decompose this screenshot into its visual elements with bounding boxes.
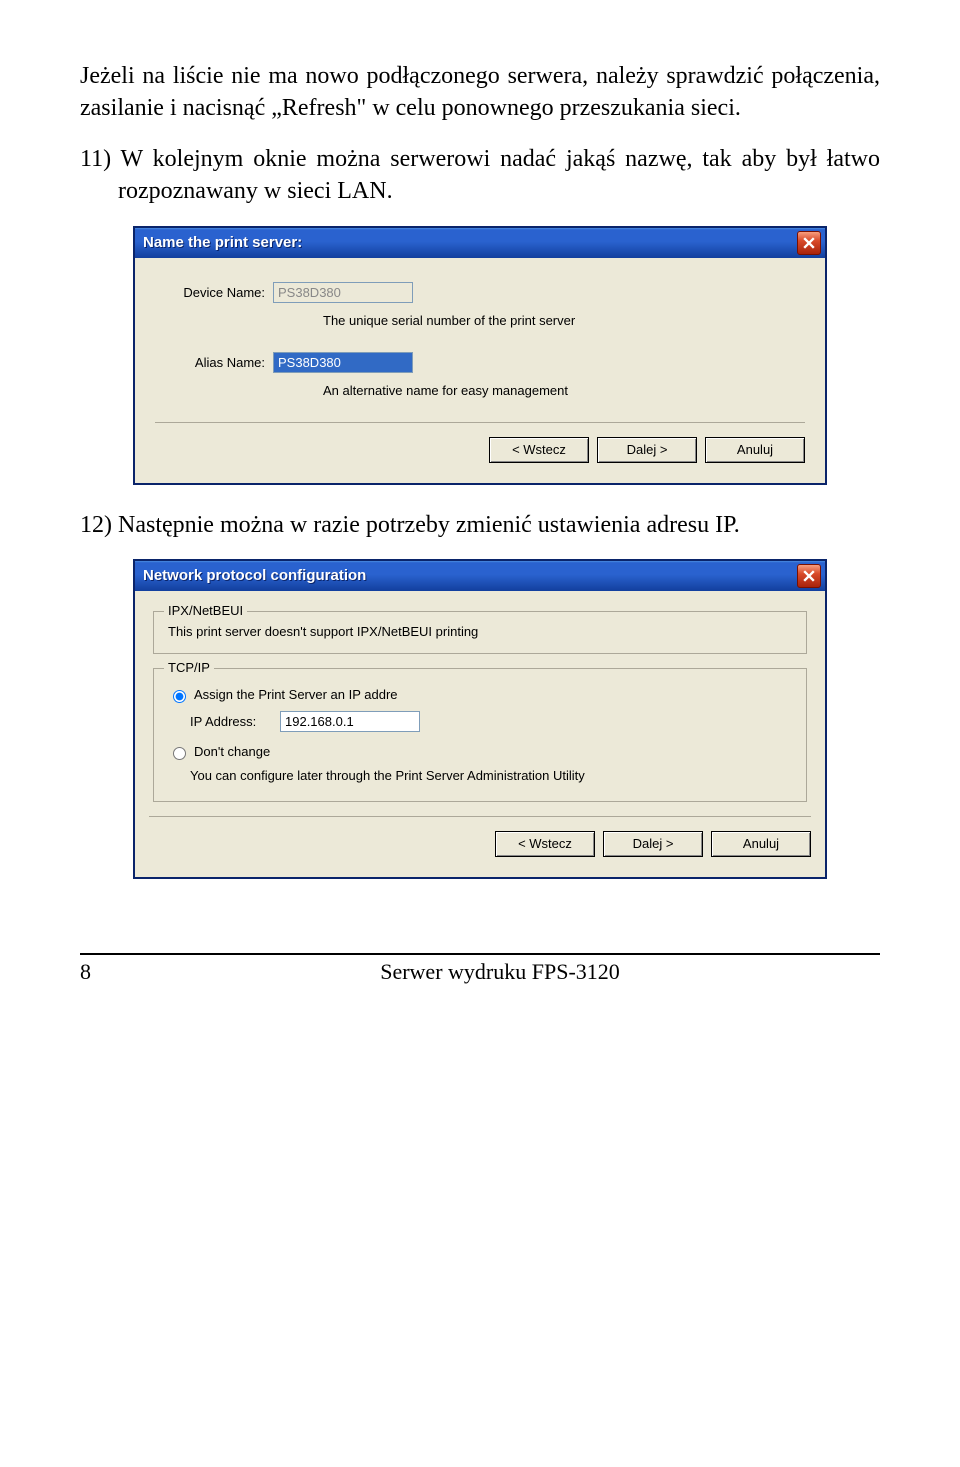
close-icon[interactable] bbox=[797, 564, 821, 588]
page-footer: 8 Serwer wydruku FPS-3120 bbox=[80, 953, 880, 985]
note-text: You can configure later through the Prin… bbox=[190, 768, 792, 785]
ipx-group-title: IPX/NetBEUI bbox=[164, 603, 247, 618]
close-icon[interactable] bbox=[797, 231, 821, 255]
tcpip-group: TCP/IP Assign the Print Server an IP add… bbox=[153, 668, 807, 802]
cancel-button[interactable]: Anuluj bbox=[705, 437, 805, 463]
titlebar: Name the print server: bbox=[135, 228, 825, 258]
back-button[interactable]: < Wstecz bbox=[489, 437, 589, 463]
alias-name-hint: An alternative name for easy management bbox=[323, 383, 805, 398]
page-number: 8 bbox=[80, 959, 120, 985]
device-name-field bbox=[273, 282, 413, 303]
next-button[interactable]: Dalej > bbox=[597, 437, 697, 463]
alias-name-field[interactable] bbox=[273, 352, 413, 373]
alias-name-label: Alias Name: bbox=[155, 355, 273, 370]
next-button[interactable]: Dalej > bbox=[603, 831, 703, 857]
device-name-label: Device Name: bbox=[155, 285, 273, 300]
ipx-group: IPX/NetBEUI This print server doesn't su… bbox=[153, 611, 807, 654]
step-12: 12) Następnie można w razie potrzeby zmi… bbox=[80, 509, 880, 541]
ipx-text: This print server doesn't support IPX/Ne… bbox=[168, 624, 792, 639]
intro-paragraph: Jeżeli na liście nie ma nowo podłączoneg… bbox=[80, 60, 880, 125]
back-button[interactable]: < Wstecz bbox=[495, 831, 595, 857]
ip-address-field[interactable] bbox=[280, 711, 420, 732]
separator bbox=[155, 422, 805, 423]
assign-ip-radio[interactable] bbox=[173, 690, 186, 703]
name-print-server-dialog: Name the print server: Device Name: The … bbox=[133, 226, 827, 485]
dialog-title: Network protocol configuration bbox=[143, 567, 366, 584]
separator bbox=[149, 816, 811, 817]
cancel-button[interactable]: Anuluj bbox=[711, 831, 811, 857]
step-11: 11) W kolejnym oknie można serwerowi nad… bbox=[80, 143, 880, 208]
device-name-hint: The unique serial number of the print se… bbox=[323, 313, 805, 328]
dialog-title: Name the print server: bbox=[143, 234, 302, 251]
footer-title: Serwer wydruku FPS-3120 bbox=[120, 959, 880, 985]
titlebar: Network protocol configuration bbox=[135, 561, 825, 591]
dont-change-radio[interactable] bbox=[173, 747, 186, 760]
assign-ip-label: Assign the Print Server an IP addre bbox=[194, 687, 398, 702]
ip-address-label: IP Address: bbox=[190, 714, 280, 729]
tcpip-group-title: TCP/IP bbox=[164, 660, 214, 675]
network-protocol-dialog: Network protocol configuration IPX/NetBE… bbox=[133, 559, 827, 879]
dont-change-label: Don't change bbox=[194, 744, 270, 759]
